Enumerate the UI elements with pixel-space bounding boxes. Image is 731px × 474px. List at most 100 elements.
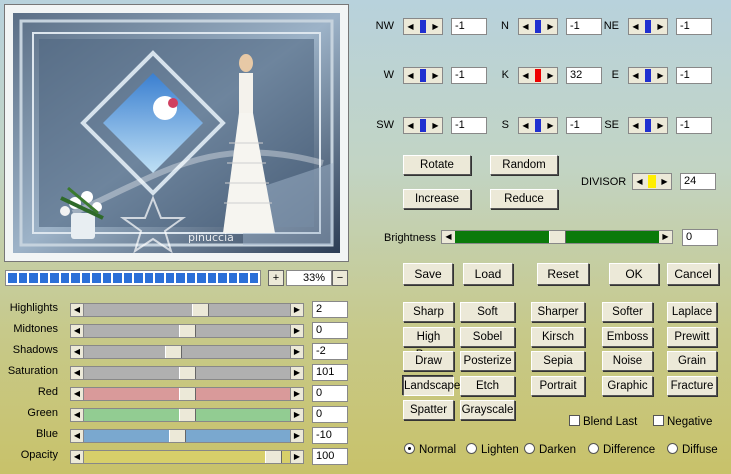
chevron-right-icon[interactable]: ▶ xyxy=(429,19,442,34)
chevron-right-icon[interactable]: ▶ xyxy=(290,430,303,442)
slider-value[interactable]: 0 xyxy=(312,385,348,402)
slider-value[interactable]: 0 xyxy=(312,406,348,423)
chevron-right-icon[interactable]: ▶ xyxy=(290,346,303,358)
save-button[interactable]: Save xyxy=(403,263,453,285)
checkbox-box[interactable] xyxy=(653,415,664,426)
slider-value[interactable]: 101 xyxy=(312,364,348,381)
slider-thumb[interactable] xyxy=(165,346,183,358)
zoom-out-button[interactable]: − xyxy=(332,270,348,286)
chevron-left-icon[interactable]: ◀ xyxy=(404,19,417,34)
increase-button[interactable]: Increase xyxy=(403,189,471,209)
preset-noise-button[interactable]: Noise xyxy=(602,351,653,371)
radio-dot[interactable] xyxy=(466,443,477,454)
direction-spinner[interactable]: ◀ ▶ xyxy=(403,18,443,35)
direction-value[interactable]: 32 xyxy=(566,67,602,84)
ok-button[interactable]: OK xyxy=(609,263,659,285)
preset-posterize-button[interactable]: Posterize xyxy=(460,351,515,371)
chevron-left-icon[interactable]: ◀ xyxy=(629,118,642,133)
chevron-left-icon[interactable]: ◀ xyxy=(633,174,646,189)
chevron-right-icon[interactable]: ▶ xyxy=(654,118,667,133)
chevron-left-icon[interactable]: ◀ xyxy=(519,118,532,133)
blend-mode-diffuse[interactable]: Diffuse xyxy=(667,443,718,456)
chevron-right-icon[interactable]: ▶ xyxy=(429,118,442,133)
preset-softer-button[interactable]: Softer xyxy=(602,302,653,322)
chevron-left-icon[interactable]: ◀ xyxy=(404,68,417,83)
slider-thumb[interactable] xyxy=(265,451,283,463)
chevron-left-icon[interactable]: ◀ xyxy=(629,68,642,83)
slider-thumb[interactable] xyxy=(178,409,196,421)
slider-value[interactable]: 0 xyxy=(312,322,348,339)
preset-spatter-button[interactable]: Spatter xyxy=(403,400,454,420)
direction-value[interactable]: -1 xyxy=(451,67,487,84)
preset-emboss-button[interactable]: Emboss xyxy=(602,326,653,347)
reduce-button[interactable]: Reduce xyxy=(490,189,558,209)
chevron-left-icon[interactable]: ◀ xyxy=(442,231,455,243)
chevron-left-icon[interactable]: ◀ xyxy=(71,346,84,358)
zoom-in-button[interactable]: + xyxy=(268,270,284,286)
preset-prewitt-button[interactable]: Prewitt xyxy=(667,326,717,347)
brightness-slider[interactable]: ◀ ▶ xyxy=(441,230,673,244)
slider-thumb[interactable] xyxy=(169,430,187,442)
radio-dot[interactable] xyxy=(667,443,678,454)
preset-fracture-button[interactable]: Fracture xyxy=(667,375,717,396)
blend-mode-normal[interactable]: Normal xyxy=(404,443,456,456)
divisor-spinner[interactable]: ◀ ▶ xyxy=(632,173,672,190)
cancel-button[interactable]: Cancel xyxy=(667,263,719,285)
direction-spinner[interactable]: ◀ ▶ xyxy=(628,18,668,35)
preset-sobel-button[interactable]: Sobel xyxy=(460,326,515,347)
direction-spinner[interactable]: ◀ ▶ xyxy=(518,117,558,134)
slider-thumb[interactable] xyxy=(178,325,196,337)
chevron-right-icon[interactable]: ▶ xyxy=(654,19,667,34)
preset-grayscale-button[interactable]: Grayscale xyxy=(460,400,515,420)
direction-spinner[interactable]: ◀ ▶ xyxy=(518,18,558,35)
blend-last-checkbox[interactable]: Blend Last xyxy=(569,415,637,428)
slider-track[interactable]: ◀ ▶ xyxy=(70,345,304,359)
preset-etch-button[interactable]: Etch xyxy=(460,375,515,396)
brightness-thumb[interactable] xyxy=(548,231,566,243)
chevron-left-icon[interactable]: ◀ xyxy=(404,118,417,133)
checkbox-box[interactable] xyxy=(569,415,580,426)
slider-value[interactable]: 2 xyxy=(312,301,348,318)
radio-dot[interactable] xyxy=(588,443,599,454)
chevron-left-icon[interactable]: ◀ xyxy=(71,409,84,421)
preset-landscape-button[interactable]: Landscape xyxy=(403,375,460,396)
slider-track[interactable]: ◀ ▶ xyxy=(70,366,304,380)
direction-spinner[interactable]: ◀ ▶ xyxy=(403,117,443,134)
slider-track[interactable]: ◀ ▶ xyxy=(70,408,304,422)
preset-sepia-button[interactable]: Sepia xyxy=(531,351,585,371)
direction-value[interactable]: -1 xyxy=(676,67,712,84)
chevron-right-icon[interactable]: ▶ xyxy=(544,19,557,34)
direction-value[interactable]: -1 xyxy=(451,18,487,35)
slider-thumb[interactable] xyxy=(191,304,209,316)
slider-track[interactable]: ◀ ▶ xyxy=(70,429,304,443)
chevron-left-icon[interactable]: ◀ xyxy=(519,19,532,34)
chevron-right-icon[interactable]: ▶ xyxy=(290,325,303,337)
chevron-left-icon[interactable]: ◀ xyxy=(71,325,84,337)
preset-draw-button[interactable]: Draw xyxy=(403,351,454,371)
rotate-button[interactable]: Rotate xyxy=(403,155,471,175)
slider-value[interactable]: 100 xyxy=(312,448,348,465)
chevron-right-icon[interactable]: ▶ xyxy=(654,68,667,83)
blend-mode-lighten[interactable]: Lighten xyxy=(466,443,519,456)
preset-high-pass-button[interactable]: High Pass xyxy=(403,326,454,361)
chevron-left-icon[interactable]: ◀ xyxy=(71,388,84,400)
negative-checkbox[interactable]: Negative xyxy=(653,415,712,428)
chevron-left-icon[interactable]: ◀ xyxy=(71,304,84,316)
random-button[interactable]: Random xyxy=(490,155,558,175)
chevron-right-icon[interactable]: ▶ xyxy=(290,388,303,400)
radio-dot[interactable] xyxy=(404,443,415,454)
slider-track[interactable]: ◀ ▶ xyxy=(70,450,304,464)
reset-button[interactable]: Reset xyxy=(537,263,589,285)
slider-thumb[interactable] xyxy=(178,388,196,400)
slider-value[interactable]: -2 xyxy=(312,343,348,360)
preset-laplace-button[interactable]: Laplace xyxy=(667,302,717,322)
direction-spinner[interactable]: ◀ ▶ xyxy=(628,117,668,134)
radio-dot[interactable] xyxy=(524,443,535,454)
preset-sharp-button[interactable]: Sharp xyxy=(403,302,454,322)
direction-spinner[interactable]: ◀ ▶ xyxy=(403,67,443,84)
divisor-value[interactable]: 24 xyxy=(680,173,716,190)
direction-value[interactable]: -1 xyxy=(451,117,487,134)
chevron-left-icon[interactable]: ◀ xyxy=(629,19,642,34)
slider-track[interactable]: ◀ ▶ xyxy=(70,303,304,317)
chevron-right-icon[interactable]: ▶ xyxy=(658,174,671,189)
